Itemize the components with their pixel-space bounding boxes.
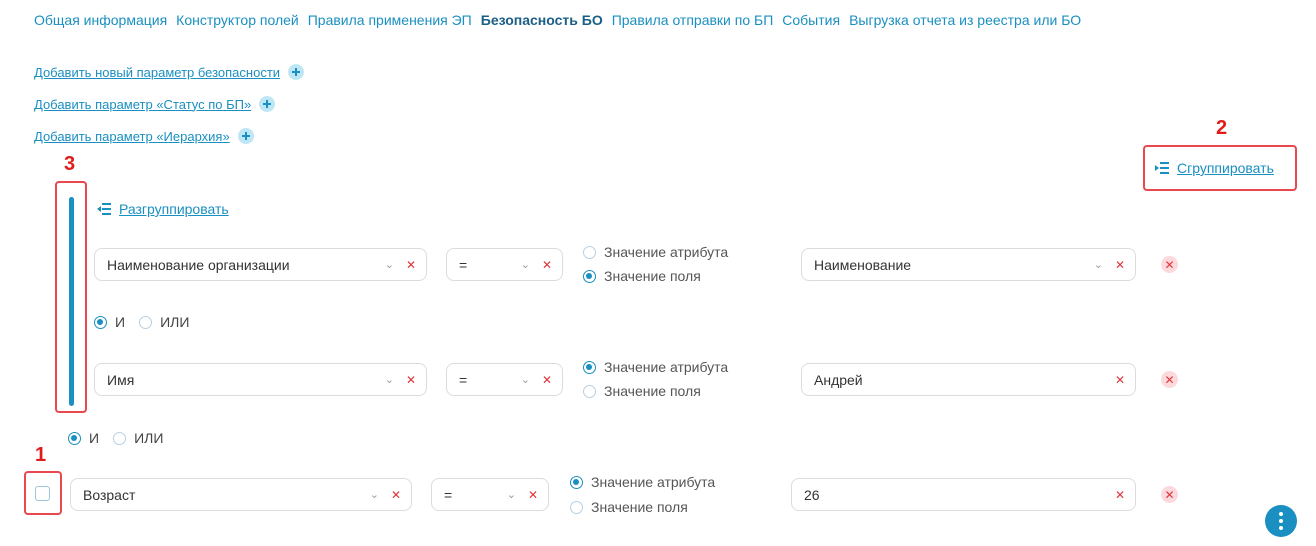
section-tabs: Общая информация Конструктор полей Прави… [34,12,1081,28]
radio-attr-1[interactable] [583,245,596,259]
field-select-value: Имя [107,371,135,388]
and-label: И [115,314,126,330]
chevron-down-icon[interactable]: ⌄ [370,488,379,501]
field-select-1[interactable]: Наименование организации ⌄ ✕ [94,248,427,281]
radio-attr-3[interactable] [570,475,583,489]
clear-x-icon[interactable]: ✕ [406,373,416,387]
radio-attr-label: Значение атрибута [604,244,729,260]
radio-or[interactable] [113,431,127,445]
clear-x-icon[interactable]: ✕ [391,488,401,502]
delete-row-icon[interactable]: ✕ [1161,371,1178,388]
radio-field-label: Значение поля [604,383,701,399]
add-hierarchy-param-link[interactable]: Добавить параметр «Иерархия» [34,128,254,144]
add-status-param-label[interactable]: Добавить параметр «Статус по БП» [34,97,251,112]
operator-select-2[interactable]: = ⌄ ✕ [446,363,563,396]
radio-and[interactable] [94,315,107,329]
marker-2: 2 [1216,117,1228,139]
chevron-down-icon[interactable]: ⌄ [1094,258,1103,271]
radio-field-1[interactable] [583,269,596,283]
chevron-down-icon[interactable]: ⌄ [385,258,394,271]
row-select-checkbox[interactable] [35,486,50,501]
clear-x-icon[interactable]: ✕ [542,373,552,387]
value-mode-attr-3[interactable]: Значение атрибута [570,474,715,490]
radio-attr-label: Значение атрибута [604,359,729,375]
chevron-down-icon[interactable]: ⌄ [385,373,394,386]
radio-field-3[interactable] [570,500,583,514]
value-input-value: Андрей [814,371,863,388]
or-label: ИЛИ [134,430,164,446]
add-security-param-label[interactable]: Добавить новый параметр безопасности [34,65,280,80]
group-bracket-bar[interactable] [69,197,74,406]
indent-icon [1155,162,1169,174]
add-hierarchy-param-label[interactable]: Добавить параметр «Иерархия» [34,129,230,144]
or-label: ИЛИ [160,314,190,330]
chevron-down-icon[interactable]: ⌄ [521,373,530,386]
radio-or[interactable] [139,315,153,329]
logic-switch-inner: И ИЛИ [94,314,189,330]
value-mode-field-3[interactable]: Значение поля [570,499,688,515]
delete-row-icon[interactable]: ✕ [1161,486,1178,503]
value-select-1[interactable]: Наименование ⌄ ✕ [801,248,1136,281]
radio-attr-label: Значение атрибута [591,474,716,490]
clear-x-icon[interactable]: ✕ [406,258,416,272]
add-status-param-link[interactable]: Добавить параметр «Статус по БП» [34,96,276,112]
plus-icon[interactable] [259,96,276,112]
ungroup-button-label[interactable]: Разгруппировать [119,201,229,217]
field-select-3[interactable]: Возраст ⌄ ✕ [70,478,412,511]
tab-general-info[interactable]: Общая информация [34,12,167,28]
plus-icon[interactable] [288,64,305,80]
operator-value: = [444,486,453,503]
radio-field-label: Значение поля [604,268,701,284]
logic-switch-outer: И ИЛИ [68,430,163,446]
field-select-value: Наименование организации [107,256,290,273]
more-vertical-icon[interactable] [1265,505,1297,537]
field-select-value: Возраст [83,486,136,503]
add-security-param-link[interactable]: Добавить новый параметр безопасности [34,64,305,80]
ungroup-button[interactable]: Разгруппировать [97,201,229,217]
value-mode-attr-2[interactable]: Значение атрибута [583,359,728,375]
clear-x-icon[interactable]: ✕ [1115,258,1125,272]
chevron-down-icon[interactable]: ⌄ [507,488,516,501]
and-label: И [89,430,100,446]
tab-field-constructor[interactable]: Конструктор полей [176,12,299,28]
value-mode-field-1[interactable]: Значение поля [583,268,701,284]
tab-send-rules[interactable]: Правила отправки по БП [612,12,774,28]
chevron-down-icon[interactable]: ⌄ [521,258,530,271]
tab-report-export[interactable]: Выгрузка отчета из реестра или БО [849,12,1081,28]
tab-events[interactable]: События [782,12,840,28]
radio-field-2[interactable] [583,384,596,398]
radio-and[interactable] [68,431,81,445]
clear-x-icon[interactable]: ✕ [528,488,538,502]
value-mode-attr-1[interactable]: Значение атрибута [583,244,728,260]
group-button[interactable]: Сгруппировать [1155,160,1274,176]
tab-bo-security[interactable]: Безопасность БО [481,12,603,28]
value-input-3[interactable]: 26 ✕ [791,478,1136,511]
outdent-icon [97,203,111,215]
plus-icon[interactable] [237,128,254,144]
value-mode-field-2[interactable]: Значение поля [583,383,701,399]
value-select-value: Наименование [814,256,912,273]
clear-x-icon[interactable]: ✕ [542,258,552,272]
group-button-label[interactable]: Сгруппировать [1177,160,1274,176]
operator-select-3[interactable]: = ⌄ ✕ [431,478,549,511]
operator-select-1[interactable]: = ⌄ ✕ [446,248,563,281]
marker-1: 1 [35,444,47,466]
clear-x-icon[interactable]: ✕ [1115,373,1125,387]
value-input-value: 26 [804,486,820,503]
value-input-2[interactable]: Андрей ✕ [801,363,1136,396]
field-select-2[interactable]: Имя ⌄ ✕ [94,363,427,396]
operator-value: = [459,371,468,388]
tab-signature-rules[interactable]: Правила применения ЭП [308,12,472,28]
radio-field-label: Значение поля [591,499,688,515]
delete-row-icon[interactable]: ✕ [1161,256,1178,273]
clear-x-icon[interactable]: ✕ [1115,488,1125,502]
operator-value: = [459,256,468,273]
marker-3: 3 [64,153,76,175]
radio-attr-2[interactable] [583,360,596,374]
